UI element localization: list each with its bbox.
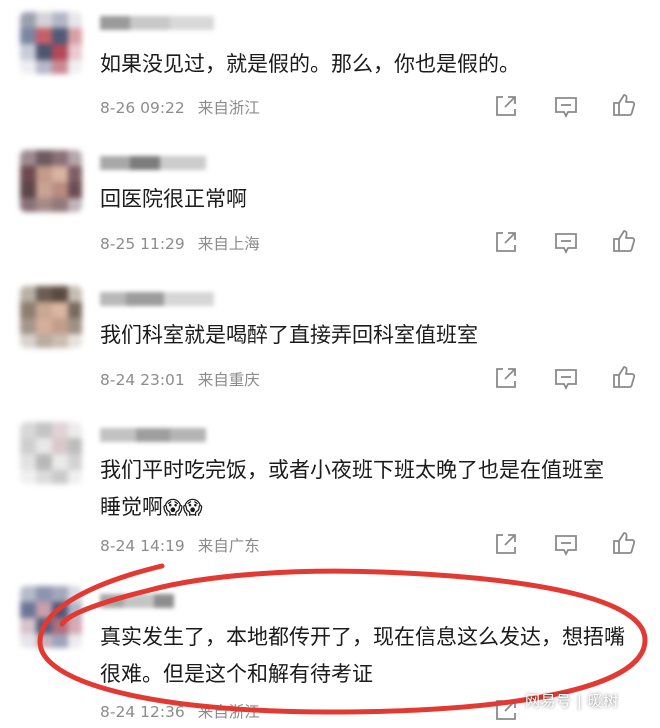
comment-location: 来自浙江 xyxy=(197,99,260,117)
comment-time: 8-24 14:19 xyxy=(100,537,185,555)
avatar[interactable] xyxy=(20,422,82,484)
comment-location: 来自上海 xyxy=(197,235,260,253)
thumbs-up-icon xyxy=(613,94,636,116)
thumbs-up-icon xyxy=(613,230,636,252)
comment-icon xyxy=(555,369,577,391)
avatar[interactable] xyxy=(20,286,82,348)
reply-button[interactable] xyxy=(553,366,579,392)
thumbs-up-icon xyxy=(613,532,636,554)
avatar[interactable] xyxy=(20,150,82,212)
comment-text: 回医院很正常啊 xyxy=(100,187,247,211)
share-icon xyxy=(496,368,516,388)
share-button[interactable] xyxy=(493,531,519,557)
comment-text: 我们平时吃完饭，或者小夜班下班太晚了也是在值班室睡觉啊😱😱 xyxy=(100,452,620,527)
comment-meta: 8-24 12:36 来自浙江 xyxy=(100,700,260,722)
comment-meta: 8-24 23:01 来自重庆 xyxy=(100,368,260,390)
like-button[interactable] xyxy=(611,92,637,118)
comment-time: 8-24 23:01 xyxy=(100,371,185,389)
comment-icon xyxy=(555,97,577,119)
share-icon xyxy=(496,700,516,720)
comment-time: 8-24 12:36 xyxy=(100,703,185,721)
share-button[interactable] xyxy=(493,697,519,723)
comment-text: 如果没见过，就是假的。那么，你也是假的。 xyxy=(100,52,520,76)
share-button[interactable] xyxy=(493,229,519,255)
share-icon xyxy=(496,232,516,252)
share-icon xyxy=(496,96,516,116)
comment-time: 8-26 09:22 xyxy=(100,99,185,117)
share-button[interactable] xyxy=(493,93,519,119)
comment-location: 来自广东 xyxy=(197,537,260,555)
comment-icon xyxy=(555,535,577,557)
avatar[interactable] xyxy=(20,586,82,648)
avatar[interactable] xyxy=(20,12,82,74)
share-icon xyxy=(496,534,516,554)
share-button[interactable] xyxy=(493,365,519,391)
scream-emoji-icon: 😱😱 xyxy=(163,497,203,519)
comment-meta: 8-24 14:19 来自广东 xyxy=(100,534,260,556)
comment-location: 来自重庆 xyxy=(197,371,260,389)
reply-button[interactable] xyxy=(553,94,579,120)
reply-button[interactable] xyxy=(553,532,579,558)
comment-meta: 8-26 09:22 来自浙江 xyxy=(100,96,260,118)
watermark: 网易号 | 暖树 xyxy=(525,692,619,710)
like-button[interactable] xyxy=(611,364,637,390)
comment-text: 真实发生了，本地都传开了，现在信息这么发达，想捂嘴很难。但是这个和解有待考证 xyxy=(100,625,625,686)
comment-location: 来自浙江 xyxy=(197,703,260,721)
comment-icon xyxy=(555,233,577,255)
comment-text: 我们科室就是喝醉了直接弄回科室值班室 xyxy=(100,323,478,347)
like-button[interactable] xyxy=(611,228,637,254)
comment-meta: 8-25 11:29 来自上海 xyxy=(100,232,260,254)
reply-button[interactable] xyxy=(553,230,579,256)
comment-time: 8-25 11:29 xyxy=(100,235,185,253)
like-button[interactable] xyxy=(611,530,637,556)
thumbs-up-icon xyxy=(613,366,636,388)
